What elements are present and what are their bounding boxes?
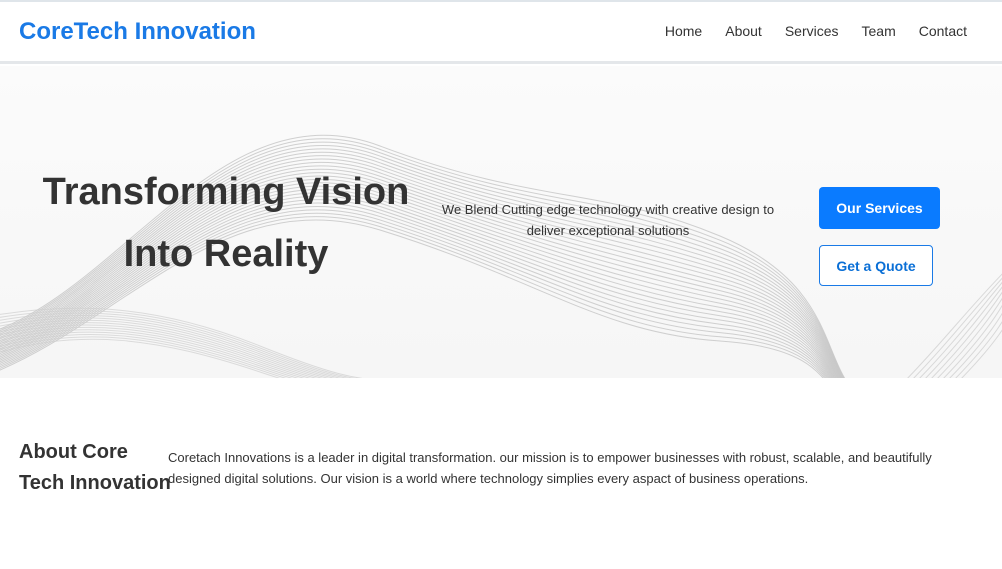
about-heading: About Core Tech Innovation	[19, 437, 171, 499]
hero-section: Transforming Vision Into Reality We Blen…	[0, 66, 1002, 378]
nav-menu: Home About Services Team Contact	[665, 23, 967, 39]
nav-link-contact[interactable]: Contact	[919, 23, 967, 39]
get-a-quote-button[interactable]: Get a Quote	[819, 245, 933, 286]
nav-link-home[interactable]: Home	[665, 23, 702, 39]
hero-title-line-2: Into Reality	[123, 233, 329, 275]
hero-title-line-1: Transforming Vision	[42, 171, 410, 213]
nav-link-services[interactable]: Services	[785, 23, 839, 39]
nav-link-team[interactable]: Team	[862, 23, 896, 39]
hero-tagline: We Blend Cutting edge technology with cr…	[441, 202, 775, 238]
about-description: Coretach Innovations is a leader in digi…	[168, 450, 932, 486]
about-heading-line-2: Tech Innovation	[19, 472, 171, 494]
brand-logo[interactable]: CoreTech Innovation	[19, 18, 256, 46]
our-services-button[interactable]: Our Services	[819, 187, 940, 229]
navbar: CoreTech Innovation Home About Services …	[0, 2, 1002, 64]
about-heading-line-1: About Core	[19, 441, 128, 463]
nav-link-about[interactable]: About	[725, 23, 762, 39]
hero-title: Transforming Vision Into Reality	[36, 161, 416, 285]
